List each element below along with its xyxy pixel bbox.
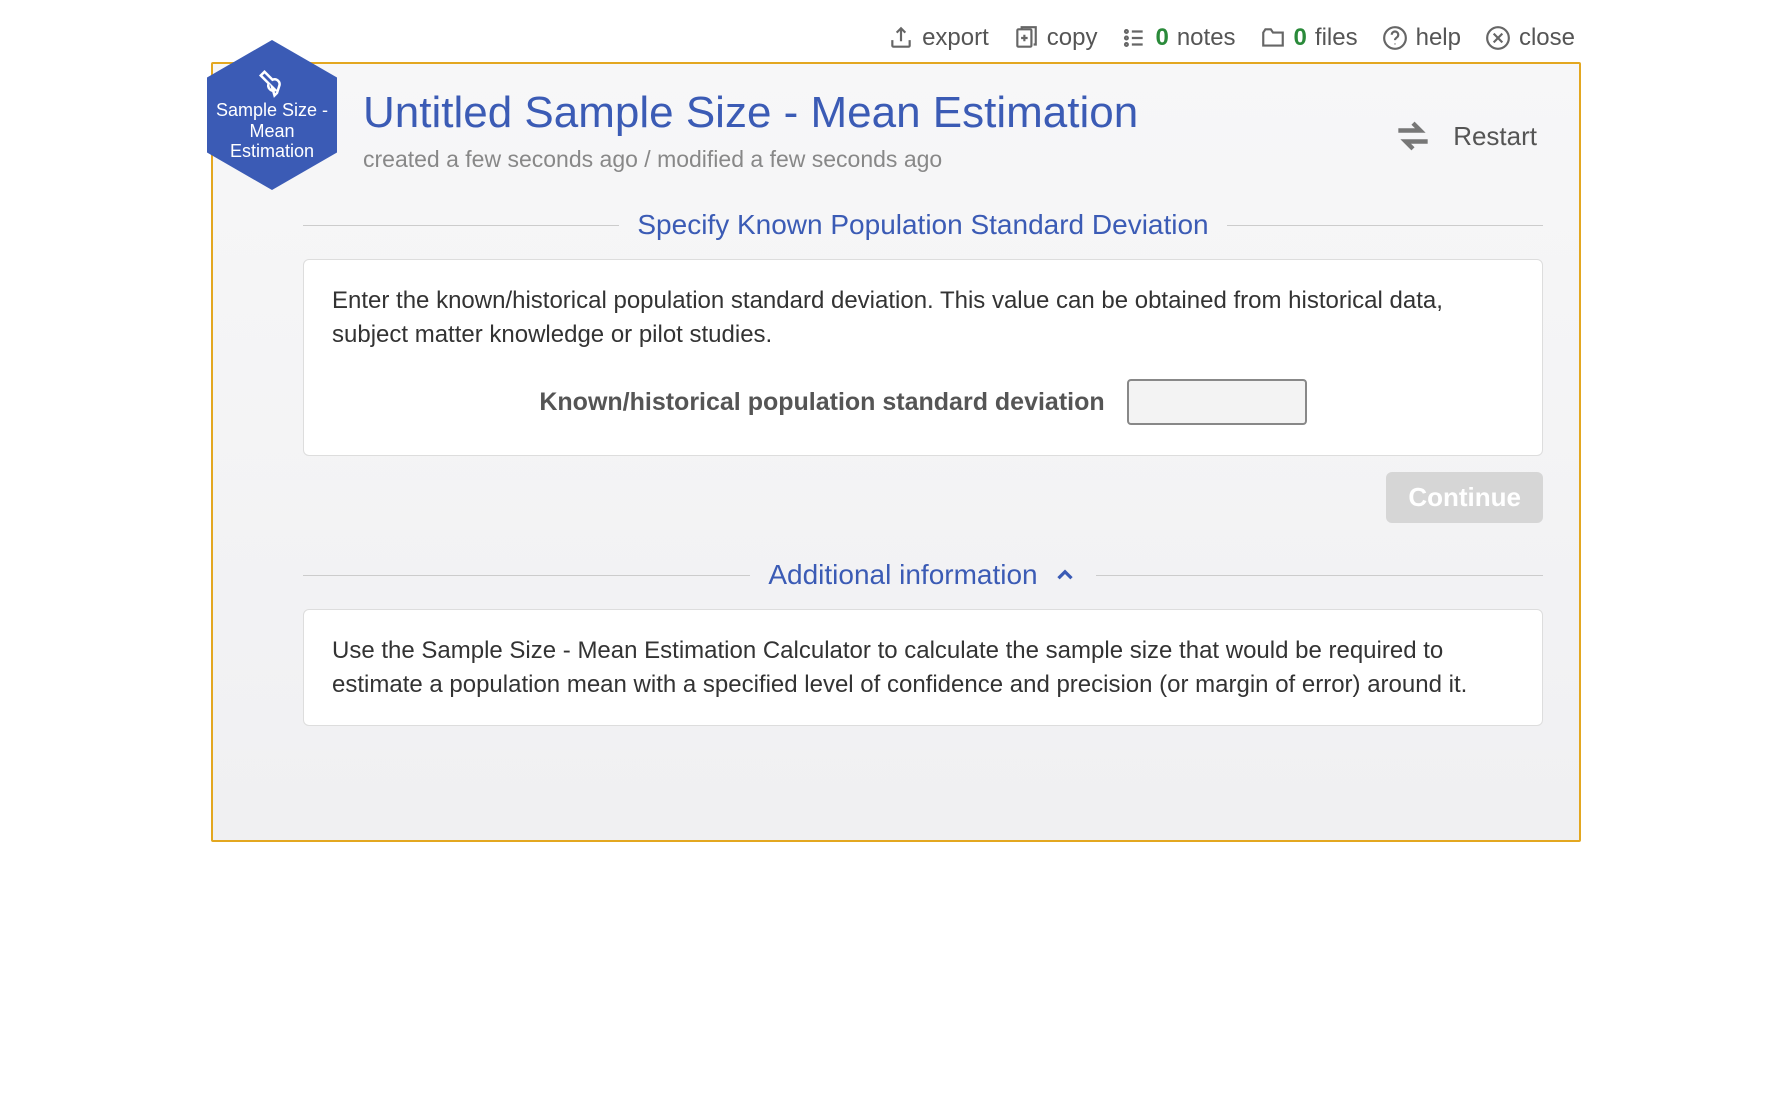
timestamps: created a few seconds ago / modified a f… [363, 146, 1391, 173]
notes-icon [1121, 25, 1147, 51]
notes-label: notes [1177, 24, 1236, 52]
close-button[interactable]: close [1485, 24, 1575, 52]
module-badge: Sample Size - Mean Estimation [207, 40, 347, 200]
stddev-input[interactable] [1127, 379, 1307, 425]
main-frame: Untitled Sample Size - Mean Estimation c… [211, 62, 1581, 842]
copy-icon [1013, 25, 1039, 51]
files-button[interactable]: 0 files [1260, 24, 1358, 52]
top-toolbar: export copy 0 notes 0 files help close [211, 20, 1581, 62]
stddev-field-label: Known/historical population standard dev… [539, 385, 1104, 420]
section-info-header[interactable]: Additional information [303, 559, 1543, 591]
export-button[interactable]: export [888, 24, 989, 52]
restart-label: Restart [1453, 121, 1537, 152]
export-icon [888, 25, 914, 51]
stddev-card: Enter the known/historical population st… [303, 259, 1543, 456]
export-label: export [922, 24, 989, 52]
help-label: help [1416, 24, 1461, 52]
copy-button[interactable]: copy [1013, 24, 1098, 52]
close-label: close [1519, 24, 1575, 52]
help-icon [1382, 25, 1408, 51]
files-count: 0 [1294, 24, 1307, 52]
page-title: Untitled Sample Size - Mean Estimation [363, 88, 1391, 138]
info-card: Use the Sample Size - Mean Estimation Ca… [303, 609, 1543, 726]
notes-count: 0 [1155, 24, 1168, 52]
notes-button[interactable]: 0 notes [1121, 24, 1235, 52]
close-icon [1485, 25, 1511, 51]
continue-button[interactable]: Continue [1386, 472, 1543, 523]
section-stddev-header: Specify Known Population Standard Deviat… [303, 209, 1543, 241]
section-info-title: Additional information [768, 559, 1037, 591]
section-stddev-title: Specify Known Population Standard Deviat… [637, 209, 1208, 241]
stddev-instruction: Enter the known/historical population st… [332, 284, 1514, 351]
help-button[interactable]: help [1382, 24, 1461, 52]
folder-icon [1260, 25, 1286, 51]
info-body: Use the Sample Size - Mean Estimation Ca… [332, 634, 1514, 701]
chevron-up-icon [1052, 562, 1078, 588]
restart-button[interactable]: Restart [1391, 82, 1543, 158]
wrench-icon [257, 68, 287, 98]
module-badge-label: Sample Size - Mean Estimation [215, 100, 329, 162]
copy-label: copy [1047, 24, 1098, 52]
restart-icon [1391, 114, 1435, 158]
files-label: files [1315, 24, 1358, 52]
